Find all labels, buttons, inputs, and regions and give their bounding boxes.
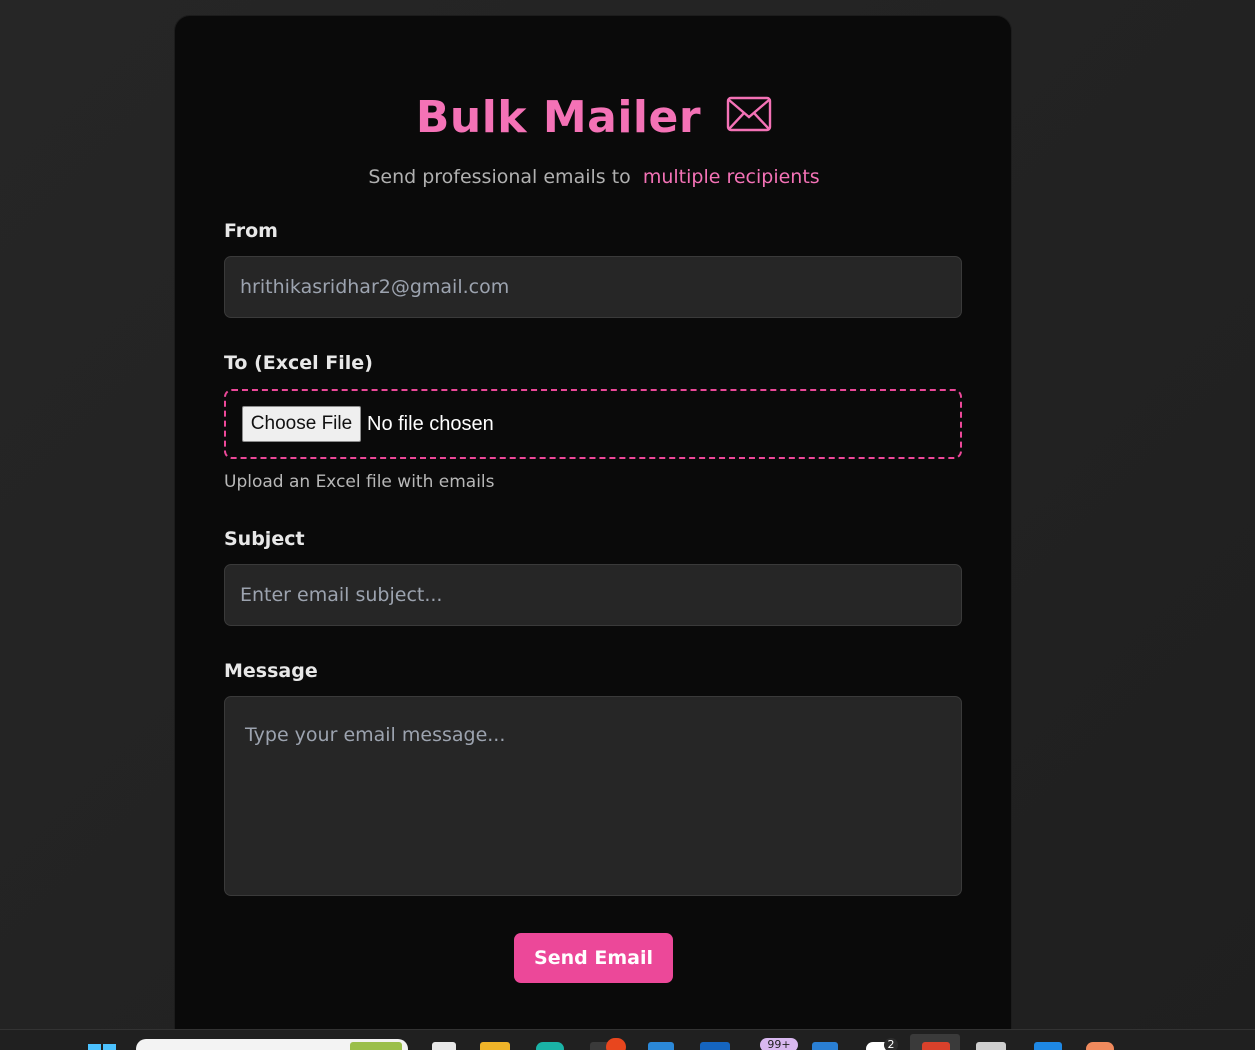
search-highlight-icon [350, 1042, 402, 1050]
subtitle: Send professional emails to multiple rec… [175, 166, 1013, 188]
store-icon[interactable] [648, 1042, 674, 1050]
send-email-button[interactable]: Send Email [514, 933, 673, 983]
subject-label: Subject [224, 528, 305, 550]
message-label: Message [224, 660, 318, 682]
subject-input[interactable]: Enter email subject... [224, 564, 962, 626]
vscode-icon[interactable] [812, 1042, 838, 1050]
subtitle-accent: multiple recipients [642, 166, 820, 188]
python-icon[interactable] [1034, 1042, 1062, 1050]
title-row: Bulk Mailer [175, 92, 1013, 148]
browser-icon[interactable] [536, 1042, 564, 1050]
from-label: From [224, 220, 278, 242]
mail-badge: 99+ [760, 1038, 798, 1050]
taskbar: 99+ 2 [0, 1029, 1255, 1050]
page-background: Bulk Mailer Send professional emails to … [0, 0, 1255, 1050]
mailer-card: Bulk Mailer Send professional emails to … [174, 15, 1012, 1045]
to-label: To (Excel File) [224, 352, 373, 374]
active-app-icon [922, 1042, 950, 1050]
file-status: No file chosen [367, 413, 494, 435]
from-field[interactable]: hrithikasridhar2@gmail.com [224, 256, 962, 318]
choose-file-button[interactable]: Choose File [242, 406, 361, 442]
windows-start-icon[interactable] [88, 1042, 118, 1050]
notification-badge-icon [606, 1038, 626, 1050]
chrome-badge: 2 [884, 1038, 898, 1050]
excel-file-dropzone[interactable]: Choose File No file chosen [224, 389, 962, 459]
outlook-icon[interactable] [700, 1042, 730, 1050]
app-circle-icon[interactable] [1086, 1042, 1114, 1050]
file-explorer-icon[interactable] [480, 1042, 510, 1050]
app-title: Bulk Mailer [415, 92, 702, 143]
envelope-icon [726, 96, 772, 132]
subtitle-text: Send professional emails to [368, 166, 631, 188]
terminal-icon[interactable] [976, 1042, 1006, 1050]
message-textarea[interactable]: Type your email message... [224, 696, 962, 896]
upload-hint: Upload an Excel file with emails [224, 472, 495, 492]
task-view-icon[interactable] [432, 1042, 456, 1050]
